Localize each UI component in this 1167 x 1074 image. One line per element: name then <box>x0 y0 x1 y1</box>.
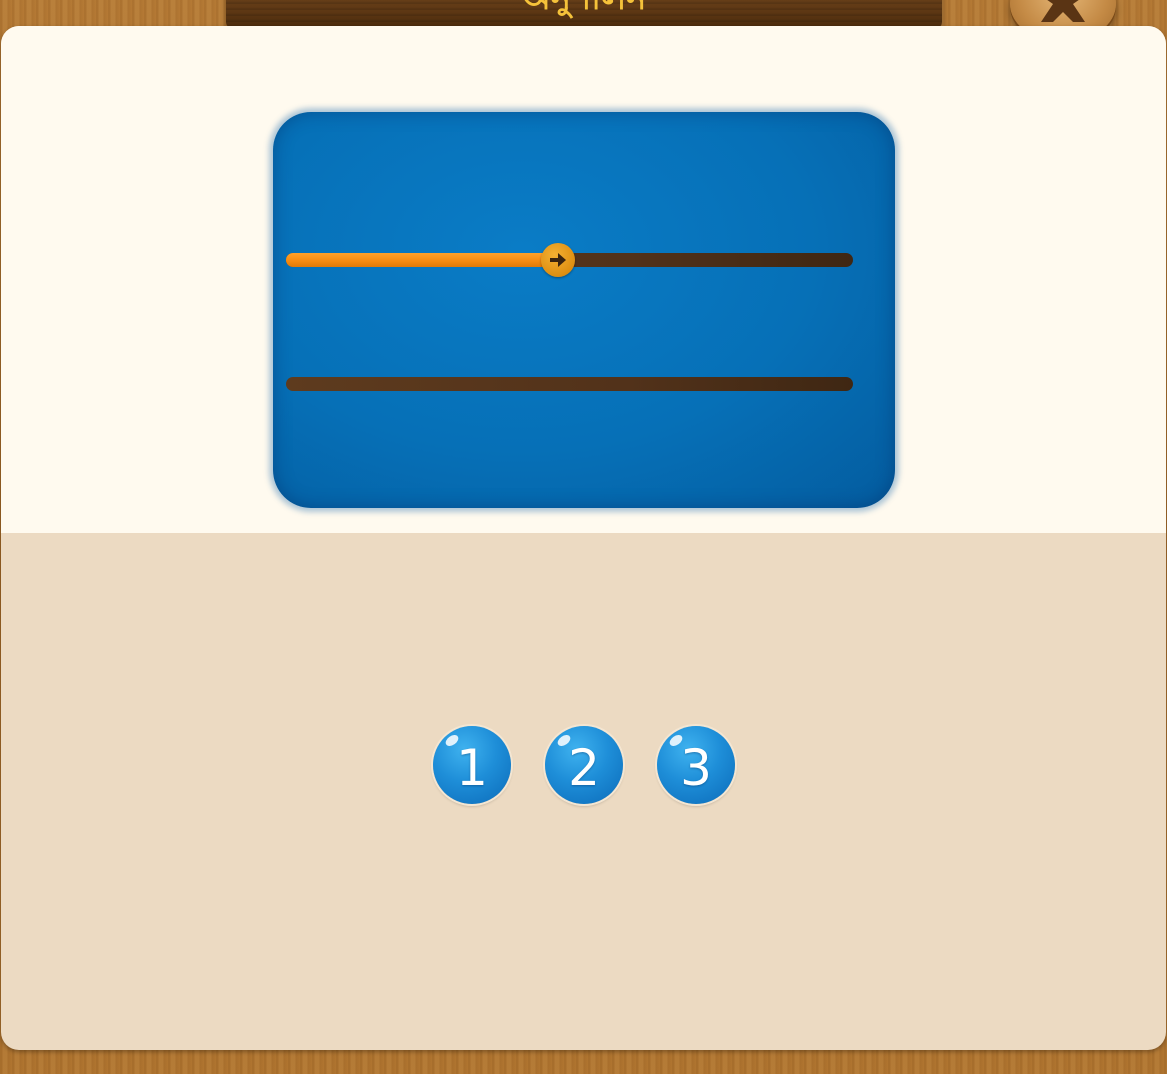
tracing-board <box>273 112 895 508</box>
level-button-1[interactable]: 1 <box>433 726 511 804</box>
track-progress-1 <box>286 253 559 267</box>
level-label: 2 <box>568 739 600 797</box>
game-panel: 1 2 3 <box>1 26 1166 1050</box>
page-title: অনুশীলন <box>226 0 942 18</box>
level-selector: 1 2 3 <box>433 726 737 806</box>
title-banner: অনুশীলন <box>226 0 942 28</box>
level-label: 1 <box>456 739 488 797</box>
board-area <box>1 26 1166 533</box>
arrow-right-icon <box>550 253 567 267</box>
track-line-2[interactable] <box>286 377 853 391</box>
close-icon <box>1041 0 1085 22</box>
level-label: 3 <box>680 739 712 797</box>
level-button-2[interactable]: 2 <box>545 726 623 804</box>
track-handle-1[interactable] <box>541 243 576 277</box>
level-button-3[interactable]: 3 <box>657 726 735 804</box>
